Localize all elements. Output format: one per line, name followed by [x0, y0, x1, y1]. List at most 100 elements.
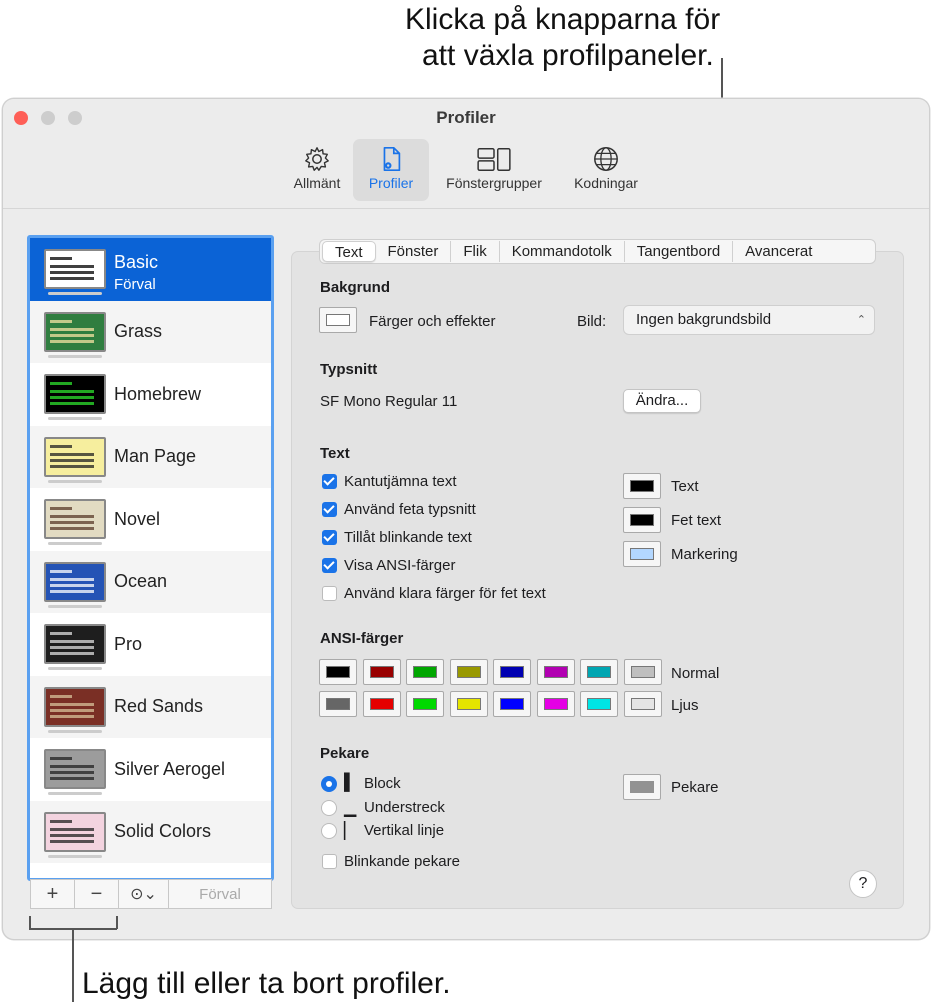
tab-tangentbord[interactable]: Tangentbord — [625, 241, 734, 262]
profile-row-man-page[interactable]: Man Page — [30, 425, 271, 488]
toolbar-encodings-label: Kodningar — [574, 175, 638, 191]
ansi-bright-color-well[interactable] — [362, 691, 401, 717]
profile-row-basic[interactable]: Basic Förval — [30, 238, 271, 301]
ansi-bright-color-well[interactable] — [536, 691, 575, 717]
tab-avancerat[interactable]: Avancerat — [733, 241, 824, 262]
thumbnail-text-line — [50, 265, 94, 268]
ansi-color-swatch — [413, 666, 437, 678]
font-value: SF Mono Regular 11 — [320, 393, 458, 410]
cursor-style-radio[interactable] — [321, 799, 337, 816]
cursor-color-label: Pekare — [671, 779, 719, 796]
ansi-bright-color-well[interactable] — [623, 691, 662, 717]
toolbar-general[interactable]: Allmänt — [284, 139, 350, 201]
thumbnail-text-line — [50, 327, 94, 331]
thumbnail-text-line — [50, 777, 94, 780]
ansi-normal-color-well[interactable] — [362, 659, 401, 685]
ansi-bright-color-well[interactable] — [449, 691, 488, 717]
toolbar-encodings[interactable]: Kodningar — [564, 139, 648, 201]
toolbar-window-groups[interactable]: Fönstergrupper — [431, 139, 557, 201]
set-default-button[interactable]: Förval — [169, 880, 271, 908]
text-option-checkbox[interactable] — [322, 502, 337, 517]
profile-name: Basic — [114, 252, 159, 272]
profile-thumbnail — [44, 624, 106, 670]
cursor-style-radio[interactable] — [321, 823, 337, 839]
ansi-bright-color-well[interactable] — [493, 691, 531, 717]
thumbnail-text-line — [50, 708, 94, 712]
profile-name: Man Page — [114, 446, 197, 467]
text-heading: Text — [320, 445, 350, 462]
settings-tabs: Text Fönster Flik Kommandotolk Tangentbord Av… — [319, 239, 876, 264]
thumbnail-text-line — [50, 527, 94, 530]
more-actions-button[interactable]: ⊙⌄ — [119, 880, 169, 908]
ansi-bright-color-well[interactable] — [406, 691, 444, 717]
thumbnail-text-line — [50, 652, 94, 655]
ansi-normal-color-well[interactable] — [580, 659, 618, 685]
text-color-well[interactable] — [623, 541, 661, 567]
profile-row-homebrew[interactable]: Homebrew — [30, 363, 271, 426]
thumbnail-text-line — [50, 702, 94, 706]
remove-profile-button[interactable]: − — [75, 880, 119, 908]
tab-flik[interactable]: Flik — [451, 241, 500, 262]
profile-row-pro[interactable]: Pro — [30, 613, 271, 676]
profile-row-novel[interactable]: Novel — [30, 488, 271, 551]
background-color-well[interactable] — [319, 307, 357, 333]
ansi-color-swatch — [630, 666, 655, 678]
cursor-color-well[interactable] — [623, 774, 661, 800]
thumbnail-shadow — [48, 292, 102, 295]
text-color-well[interactable] — [623, 473, 661, 499]
thumbnail-text-line — [50, 583, 94, 587]
profile-row-grass[interactable]: Grass — [30, 300, 271, 363]
text-option-checkbox[interactable] — [322, 586, 337, 601]
text-color-swatch — [630, 514, 654, 526]
tab-text[interactable]: Text — [322, 241, 376, 262]
thumbnail-text-line — [50, 319, 72, 323]
profile-thumbnail — [44, 249, 106, 295]
thumbnail-text-line — [50, 714, 94, 718]
text-option-checkbox[interactable] — [322, 530, 337, 545]
profile-row-silver-aerogel[interactable]: Silver Aerogel — [30, 738, 271, 801]
toolbar-profiles[interactable]: Profiler — [353, 139, 429, 201]
ansi-color-swatch — [500, 698, 524, 710]
ansi-color-swatch — [500, 666, 524, 678]
ansi-color-swatch — [543, 698, 568, 710]
profile-row-solid-colors[interactable]: Solid Colors — [30, 800, 271, 863]
ansi-normal-color-well[interactable] — [406, 659, 444, 685]
ansi-normal-color-well[interactable] — [623, 659, 662, 685]
ansi-color-swatch — [369, 666, 394, 678]
cursor-style-glyph-icon: ▌ — [344, 774, 356, 791]
ansi-normal-color-well[interactable] — [493, 659, 531, 685]
add-profile-button[interactable]: + — [31, 880, 75, 908]
text-option-checkbox[interactable] — [322, 558, 337, 573]
help-button[interactable]: ? — [849, 870, 877, 898]
text-color-swatch — [630, 548, 654, 560]
cursor-style-glyph-icon: ▁ — [344, 799, 357, 817]
ansi-normal-color-well[interactable] — [536, 659, 575, 685]
profile-default-label: Förval — [114, 276, 156, 293]
background-image-select[interactable]: Ingen bakgrundsbild ⌃ — [623, 305, 875, 335]
profile-row-red-sands[interactable]: Red Sands — [30, 675, 271, 738]
profile-row-ocean[interactable]: Ocean — [30, 550, 271, 613]
text-color-well[interactable] — [623, 507, 661, 533]
tab-kommandotolk[interactable]: Kommandotolk — [500, 241, 625, 262]
thumbnail-text-line — [50, 694, 72, 698]
blink-cursor-checkbox[interactable] — [322, 854, 337, 869]
profile-thumbnail — [44, 499, 106, 545]
cursor-style-radio[interactable] — [321, 776, 337, 792]
tab-fönster[interactable]: Fönster — [376, 241, 452, 262]
profile-list[interactable]: Basic Förval Grass Homebrew Man Page Novel Oce… — [27, 235, 274, 881]
text-option-checkbox[interactable] — [322, 474, 337, 489]
text-color-label: Text — [671, 478, 699, 495]
change-font-button[interactable]: Ändra... — [623, 389, 701, 413]
ansi-normal-color-well[interactable] — [449, 659, 488, 685]
cursor-heading: Pekare — [320, 745, 370, 762]
background-image-value: Ingen bakgrundsbild — [636, 311, 772, 328]
ansi-bright-label: Ljus — [671, 697, 699, 714]
thumbnail-text-line — [50, 646, 94, 649]
ansi-normal-color-well[interactable] — [319, 659, 357, 685]
ansi-bright-color-well[interactable] — [580, 691, 618, 717]
ansi-bright-color-well[interactable] — [319, 691, 357, 717]
cursor-color-swatch — [630, 781, 654, 793]
profile-thumbnail — [44, 686, 106, 733]
thumbnail-shadow — [48, 854, 102, 858]
profile-name: Red Sands — [114, 696, 204, 717]
